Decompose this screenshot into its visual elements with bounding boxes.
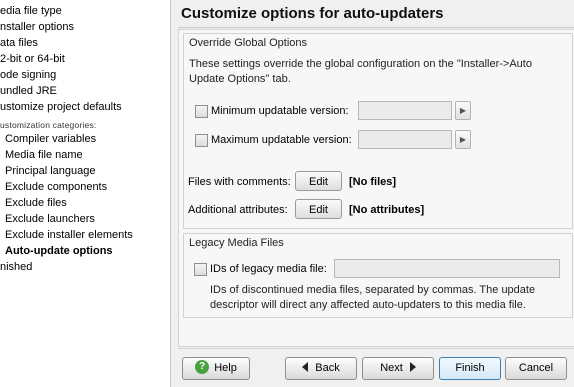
nav-item-bundled-jre[interactable]: undled JRE <box>0 85 57 97</box>
title-divider <box>178 27 574 28</box>
legacy-help-line2: descriptor will direct any affected auto… <box>210 299 526 311</box>
additional-attributes-edit-button[interactable]: Edit <box>295 199 342 219</box>
legacy-help-line1: IDs of discontinued media files, separat… <box>210 284 536 296</box>
max-version-field[interactable] <box>358 130 452 149</box>
main-panel: Customize options for auto-updaters Over… <box>171 0 574 387</box>
max-version-spinner[interactable]: ▶ <box>455 130 471 149</box>
additional-attributes-label: Additional attributes: <box>188 204 288 216</box>
back-button[interactable]: Back <box>285 357 357 380</box>
max-version-label: Maximum updatable version: <box>211 134 352 146</box>
back-button-label: Back <box>315 362 340 374</box>
nav-sub-auto-update-options[interactable]: Auto-update options <box>5 245 113 257</box>
legacy-media-files-group: Legacy Media Files IDs of legacy media f… <box>183 233 573 318</box>
min-version-checkbox[interactable] <box>195 105 208 118</box>
nav-item-media-file-type[interactable]: edia file type <box>0 5 62 17</box>
override-group-title: Override Global Options <box>189 37 307 49</box>
additional-attributes-value: [No attributes] <box>349 204 425 216</box>
wizard-navigation: edia file type nstaller options ata file… <box>0 0 171 387</box>
help-button[interactable]: ? Help <box>182 357 250 380</box>
override-description-line2: Update Options" tab. <box>189 73 291 85</box>
nav-category-label: ustomization categories: <box>0 120 97 130</box>
finish-button[interactable]: Finish <box>439 357 501 380</box>
max-version-checkbox[interactable] <box>195 134 208 147</box>
nav-item-installer-options[interactable]: nstaller options <box>0 21 74 33</box>
spinner-arrow-icon: ▶ <box>459 106 467 115</box>
legacy-ids-label: IDs of legacy media file: <box>210 263 327 275</box>
help-button-label: Help <box>214 362 237 374</box>
page-title: Customize options for auto-updaters <box>181 5 444 22</box>
next-button[interactable]: Next <box>362 357 434 380</box>
footer-divider <box>178 348 574 349</box>
cancel-button[interactable]: Cancel <box>505 357 567 380</box>
next-arrow-icon <box>409 362 416 373</box>
files-comments-edit-button[interactable]: Edit <box>295 171 342 191</box>
legacy-group-title: Legacy Media Files <box>189 237 284 249</box>
legacy-ids-field[interactable] <box>334 259 560 278</box>
nav-sub-exclude-components[interactable]: Exclude components <box>5 181 107 193</box>
min-version-field[interactable] <box>358 101 452 120</box>
help-icon: ? <box>195 360 210 375</box>
files-comments-value: [No files] <box>349 176 397 188</box>
nav-item-data-files[interactable]: ata files <box>0 37 38 49</box>
next-button-label: Next <box>380 362 403 374</box>
override-description-line1: These settings override the global confi… <box>189 58 532 70</box>
nav-item-32-or-64-bit[interactable]: 2-bit or 64-bit <box>0 53 65 65</box>
min-version-spinner[interactable]: ▶ <box>455 101 471 120</box>
nav-item-code-signing[interactable]: ode signing <box>0 69 56 81</box>
back-arrow-icon <box>302 362 309 373</box>
nav-sub-media-file-name[interactable]: Media file name <box>5 149 83 161</box>
nav-sub-principal-language[interactable]: Principal language <box>5 165 96 177</box>
nav-sub-exclude-installer-elements[interactable]: Exclude installer elements <box>5 229 133 241</box>
nav-sub-exclude-launchers[interactable]: Exclude launchers <box>5 213 95 225</box>
legacy-ids-checkbox[interactable] <box>194 263 207 276</box>
files-comments-label: Files with comments: <box>188 176 291 188</box>
nav-sub-exclude-files[interactable]: Exclude files <box>5 197 67 209</box>
nav-item-customize-defaults[interactable]: ustomize project defaults <box>0 101 122 113</box>
nav-sub-compiler-variables[interactable]: Compiler variables <box>5 133 96 145</box>
nav-item-finished[interactable]: nished <box>0 261 32 273</box>
spinner-arrow-icon: ▶ <box>459 135 467 144</box>
min-version-label: Minimum updatable version: <box>211 105 349 117</box>
content-area: Override Global Options These settings o… <box>178 29 574 347</box>
override-options-group: Override Global Options These settings o… <box>183 33 573 229</box>
